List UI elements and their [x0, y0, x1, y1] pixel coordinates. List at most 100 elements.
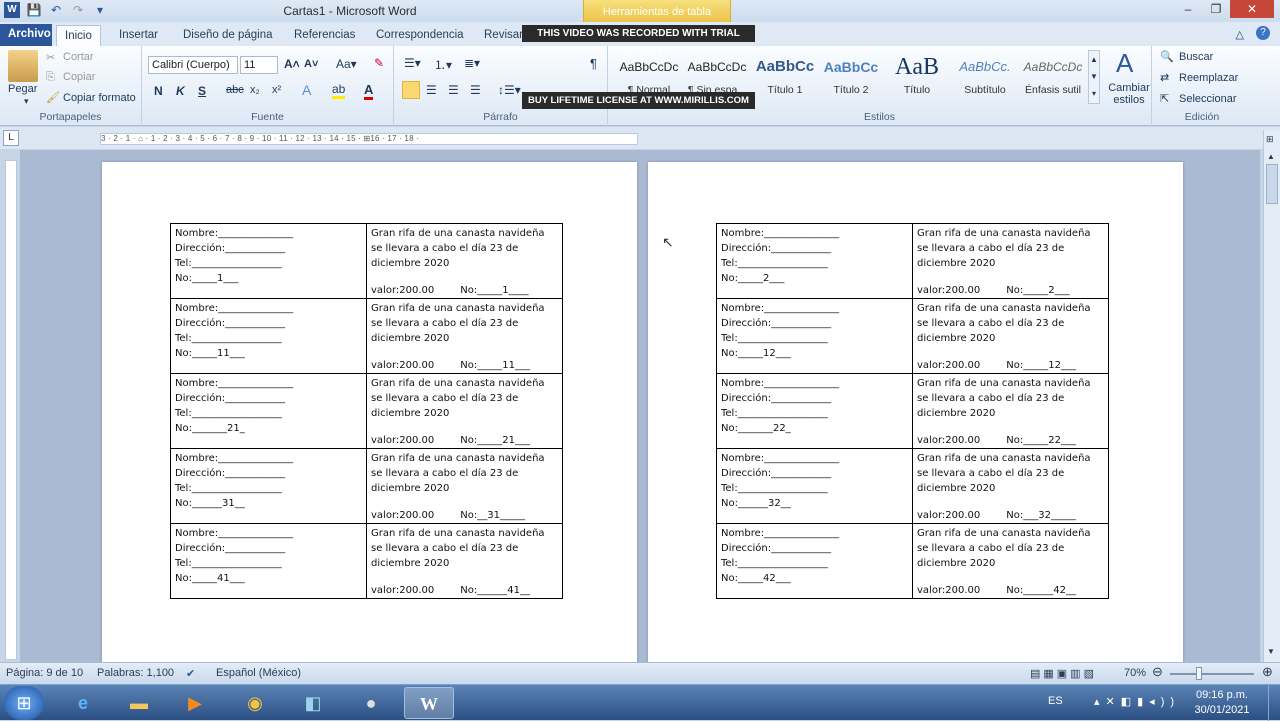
page-left[interactable]: Nombre:_______________ Dirección:________… — [102, 162, 637, 662]
style-heading2[interactable]: AaBbCc Título 2 — [818, 50, 884, 104]
bold-button[interactable]: N — [154, 84, 163, 98]
ticket-info-cell[interactable]: Gran rifa de una canasta navideña se lle… — [366, 523, 563, 599]
zoom-slider[interactable] — [1170, 673, 1254, 675]
subscript-button[interactable]: x₂ — [250, 84, 260, 96]
paste-icon[interactable] — [8, 50, 38, 82]
raffle-table[interactable]: Nombre:_______________ Dirección:________… — [716, 223, 1109, 599]
multilevel-list-icon[interactable]: ≣▾ — [464, 56, 480, 70]
tab-inicio[interactable]: Inicio — [56, 25, 101, 46]
scroll-up-icon[interactable]: ▲ — [1267, 152, 1275, 161]
align-center-icon[interactable]: ☰ — [426, 83, 437, 97]
language-indicator-tray[interactable]: ES — [1048, 695, 1068, 707]
style-subtitle[interactable]: AaBbCc. Subtítulo — [952, 50, 1018, 104]
show-desktop-button[interactable] — [1268, 685, 1280, 721]
ticket-stub-cell[interactable]: Nombre:_______________ Dirección:________… — [716, 448, 913, 524]
font-name-select[interactable]: Calibri (Cuerpo) — [148, 56, 238, 74]
proofing-icon[interactable]: ✔ — [186, 667, 195, 680]
chrome-icon[interactable]: ◉ — [230, 687, 280, 719]
zoom-level[interactable]: 70% — [1124, 667, 1146, 679]
ticket-stub-cell[interactable]: Nombre:_______________ Dirección:________… — [716, 523, 913, 599]
page-right[interactable]: Nombre:_______________ Dirección:________… — [648, 162, 1183, 662]
align-left-icon[interactable] — [402, 81, 420, 99]
format-painter-icon[interactable]: 🖌 — [46, 91, 60, 104]
vertical-scrollbar[interactable]: ⊞ ▲ ▼ — [1263, 130, 1280, 662]
view-buttons[interactable]: ▤▦▣▥▧ — [1030, 667, 1097, 680]
scroll-down-icon[interactable]: ▼ — [1267, 647, 1275, 656]
italic-button[interactable]: K — [176, 84, 185, 98]
raffle-table[interactable]: Nombre:_______________ Dirección:________… — [170, 223, 563, 599]
clock-date[interactable]: 30/01/2021 — [1192, 704, 1252, 716]
ticket-info-cell[interactable]: Gran rifa de una canasta navideña se lle… — [912, 523, 1109, 599]
ticket-info-cell[interactable]: Gran rifa de una canasta navideña se lle… — [912, 373, 1109, 449]
paste-button[interactable]: Pegar — [8, 83, 37, 95]
replace-button[interactable]: Reemplazar — [1179, 72, 1238, 84]
tab-diseno-pagina[interactable]: Diseño de página — [175, 25, 281, 46]
show-marks-button[interactable]: ¶ — [590, 56, 597, 71]
copy-icon[interactable]: ⎘ — [46, 71, 55, 84]
close-button[interactable]: ✕ — [1230, 0, 1274, 18]
underline-button[interactable]: S — [198, 84, 206, 98]
tab-selector[interactable]: L — [3, 130, 19, 146]
line-spacing-icon[interactable]: ↕☰▾ — [498, 83, 521, 97]
tab-insertar[interactable]: Insertar — [111, 25, 166, 46]
align-right-icon[interactable]: ☰ — [448, 83, 459, 97]
ticket-info-cell[interactable]: Gran rifa de una canasta navideña se lle… — [912, 448, 1109, 524]
change-styles-button[interactable]: Cambiar estilos — [1106, 82, 1152, 106]
ticket-info-cell[interactable]: Gran rifa de una canasta navideña se lle… — [912, 223, 1109, 299]
ticket-stub-cell[interactable]: Nombre:_______________ Dirección:________… — [170, 298, 367, 374]
justify-icon[interactable]: ☰ — [470, 83, 481, 97]
cut-button[interactable]: Cortar — [63, 51, 94, 63]
zoom-out-icon[interactable]: ⊖ — [1152, 664, 1163, 680]
media-player-icon[interactable]: ▶ — [170, 687, 220, 719]
ruler-toggle-icon[interactable]: ⊞ — [1266, 134, 1274, 145]
help-icon[interactable]: ? — [1256, 26, 1270, 40]
page-count[interactable]: Página: 9 de 10 — [6, 667, 83, 679]
zoom-slider-thumb[interactable] — [1196, 667, 1202, 680]
ticket-stub-cell[interactable]: Nombre:_______________ Dirección:________… — [716, 223, 913, 299]
maximize-button[interactable]: ❐ — [1202, 0, 1230, 18]
tab-correspondencia[interactable]: Correspondencia — [368, 25, 472, 46]
zoom-in-icon[interactable]: ⊕ — [1262, 664, 1273, 680]
ticket-info-cell[interactable]: Gran rifa de una canasta navideña se lle… — [912, 298, 1109, 374]
ticket-stub-cell[interactable]: Nombre:_______________ Dirección:________… — [170, 448, 367, 524]
clock-time[interactable]: 09:16 p.m. — [1192, 689, 1252, 701]
shrink-font-icon[interactable]: A˅ — [304, 58, 318, 70]
ticket-info-cell[interactable]: Gran rifa de una canasta navideña se lle… — [366, 373, 563, 449]
file-explorer-icon[interactable]: ▬ — [114, 687, 164, 719]
tab-referencias[interactable]: Referencias — [286, 25, 363, 46]
change-case-icon[interactable]: Aa▾ — [336, 57, 357, 71]
ticket-info-cell[interactable]: Gran rifa de una canasta navideña se lle… — [366, 298, 563, 374]
language-indicator[interactable]: Español (México) — [216, 667, 301, 679]
ticket-stub-cell[interactable]: Nombre:_______________ Dirección:________… — [716, 298, 913, 374]
superscript-button[interactable]: x² — [272, 84, 281, 96]
minimize-button[interactable]: – — [1174, 0, 1202, 18]
find-button[interactable]: Buscar — [1179, 51, 1213, 63]
grow-font-icon[interactable]: A˄ — [284, 57, 300, 71]
app-icon[interactable]: ◧ — [288, 687, 338, 719]
recorder-icon[interactable]: ● — [346, 687, 396, 719]
select-button[interactable]: Seleccionar — [1179, 93, 1236, 105]
ticket-stub-cell[interactable]: Nombre:_______________ Dirección:________… — [170, 523, 367, 599]
minimize-ribbon-icon[interactable]: △ — [1236, 28, 1244, 41]
ticket-info-cell[interactable]: Gran rifa de una canasta navideña se lle… — [366, 448, 563, 524]
font-color-icon[interactable]: A — [364, 82, 374, 100]
ticket-stub-cell[interactable]: Nombre:_______________ Dirección:________… — [170, 373, 367, 449]
cut-icon[interactable]: ✂ — [46, 51, 55, 64]
style-title[interactable]: AaB Título — [884, 50, 950, 104]
internet-explorer-icon[interactable]: e — [58, 687, 108, 719]
font-size-select[interactable]: 11 — [240, 56, 278, 74]
change-styles-icon[interactable]: A — [1116, 48, 1133, 79]
word-taskbar-icon[interactable]: W — [404, 687, 454, 719]
highlight-icon[interactable]: ab — [332, 82, 346, 99]
word-count[interactable]: Palabras: 1,100 — [97, 667, 174, 679]
ticket-stub-cell[interactable]: Nombre:_______________ Dirección:________… — [716, 373, 913, 449]
ticket-info-cell[interactable]: Gran rifa de una canasta navideña se lle… — [366, 223, 563, 299]
format-painter-button[interactable]: Copiar formato — [63, 92, 136, 104]
ticket-stub-cell[interactable]: Nombre:_______________ Dirección:________… — [170, 223, 367, 299]
start-button[interactable]: ⊞ — [4, 686, 44, 720]
style-subtle-emphasis[interactable]: AaBbCcDc Énfasis sutil — [1020, 50, 1086, 104]
copy-button[interactable]: Copiar — [63, 71, 95, 83]
scroll-thumb[interactable] — [1266, 164, 1278, 204]
vertical-ruler[interactable] — [5, 160, 17, 660]
horizontal-ruler[interactable]: 3 · 2 · 1 · ⌂ · 1 · 2 · 3 · 4 · 5 · 6 · … — [100, 133, 638, 145]
